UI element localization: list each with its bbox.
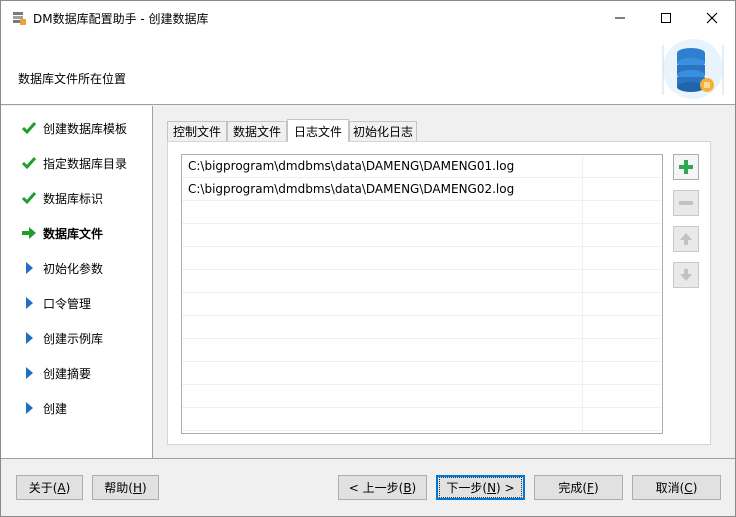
triangle-right-icon xyxy=(26,297,33,309)
tab-init-log[interactable]: 初始化日志 xyxy=(349,121,417,141)
table-row xyxy=(182,293,662,316)
close-icon xyxy=(706,12,718,24)
about-button[interactable]: 关于(A) xyxy=(16,475,83,500)
triangle-right-icon xyxy=(26,402,33,414)
cancel-button[interactable]: 取消(C) xyxy=(632,475,721,500)
next-label: 下一步( xyxy=(446,481,488,495)
minimize-button[interactable] xyxy=(597,1,643,35)
cancel-suffix: ) xyxy=(692,480,698,495)
log-file-panel: C:\bigprogram\dmdbms\data\DAMENG\DAMENG0… xyxy=(167,141,711,445)
table-row xyxy=(182,339,662,362)
remove-file-button[interactable] xyxy=(673,190,699,216)
table-row xyxy=(182,224,662,247)
wizard-header: 数据库文件所在位置 xyxy=(1,35,735,105)
dm-config-window: DM数据库配置助手 - 创建数据库 数据库文件所在位置 创建数据库模板 指定数据… xyxy=(0,0,736,517)
help-button[interactable]: 帮助(H) xyxy=(92,475,159,500)
title-bar[interactable]: DM数据库配置助手 - 创建数据库 xyxy=(1,1,735,35)
arrow-down-icon xyxy=(680,269,692,281)
bottom-divider xyxy=(1,458,735,459)
tab-control-file[interactable]: 控制文件 xyxy=(167,121,227,141)
step-database-files: 数据库文件 xyxy=(1,221,153,245)
table-row xyxy=(182,270,662,293)
step-label: 数据库文件 xyxy=(43,227,104,241)
next-focus-ring: 下一步(N) > xyxy=(439,477,522,498)
prev-button[interactable]: < 上一步(B) xyxy=(338,475,427,500)
maximize-button[interactable] xyxy=(643,1,689,35)
triangle-right-icon xyxy=(26,262,33,274)
step-label: 数据库标识 xyxy=(43,192,104,206)
table-row xyxy=(182,247,662,270)
about-label: 关于( xyxy=(28,481,58,495)
prev-suffix: ) xyxy=(411,480,417,495)
app-icon xyxy=(13,12,26,25)
step-create-template: 创建数据库模板 xyxy=(1,116,153,140)
finish-accel: F xyxy=(587,480,594,495)
tab-log-file[interactable]: 日志文件 xyxy=(287,119,349,142)
next-button[interactable]: 下一步(N) > xyxy=(436,475,525,500)
help-suffix: ) xyxy=(142,480,147,495)
close-button[interactable] xyxy=(689,1,735,35)
table-row xyxy=(182,362,662,385)
step-label: 口令管理 xyxy=(43,297,92,311)
triangle-right-icon xyxy=(26,367,33,379)
step-label: 指定数据库目录 xyxy=(43,157,128,171)
table-row[interactable]: C:\bigprogram\dmdbms\data\DAMENG\DAMENG0… xyxy=(182,178,662,201)
step-label: 初始化参数 xyxy=(43,262,104,276)
maximize-icon xyxy=(661,13,671,23)
finish-suffix: ) xyxy=(593,480,599,495)
finish-label: 完成( xyxy=(558,481,588,495)
step-password-management: 口令管理 xyxy=(1,291,153,315)
step-label: 创建摘要 xyxy=(43,367,92,381)
minimize-icon xyxy=(615,17,625,19)
step-create-summary: 创建摘要 xyxy=(1,361,153,385)
plus-icon xyxy=(679,160,693,174)
cancel-label: 取消( xyxy=(655,481,685,495)
page-subtitle: 数据库文件所在位置 xyxy=(18,72,127,86)
check-icon xyxy=(21,122,37,135)
table-row xyxy=(182,316,662,339)
step-create-sample: 创建示例库 xyxy=(1,326,153,350)
window-title: DM数据库配置助手 - 创建数据库 xyxy=(33,12,209,26)
add-file-button[interactable] xyxy=(673,154,699,180)
about-suffix: ) xyxy=(65,480,71,495)
finish-button[interactable]: 完成(F) xyxy=(534,475,623,500)
log-file-path[interactable]: C:\bigprogram\dmdbms\data\DAMENG\DAMENG0… xyxy=(188,182,514,196)
move-down-button[interactable] xyxy=(673,262,699,288)
table-row[interactable]: C:\bigprogram\dmdbms\data\DAMENG\DAMENG0… xyxy=(182,155,662,178)
triangle-right-icon xyxy=(26,332,33,344)
step-database-identity: 数据库标识 xyxy=(1,186,153,210)
tab-data-file[interactable]: 数据文件 xyxy=(227,121,287,141)
help-accel: H xyxy=(132,480,143,495)
arrow-up-icon xyxy=(680,233,692,245)
step-init-params: 初始化参数 xyxy=(1,256,153,280)
database-graphic-icon xyxy=(662,39,724,99)
table-row xyxy=(182,408,662,431)
log-file-path[interactable]: C:\bigprogram\dmdbms\data\DAMENG\DAMENG0… xyxy=(188,159,514,173)
arrow-right-icon xyxy=(22,227,36,239)
help-label: 帮助( xyxy=(104,481,133,495)
table-row xyxy=(182,201,662,224)
minus-icon xyxy=(679,201,693,205)
check-icon xyxy=(21,192,37,205)
move-up-button[interactable] xyxy=(673,226,699,252)
step-specify-directory: 指定数据库目录 xyxy=(1,151,153,175)
step-label: 创建 xyxy=(43,402,68,416)
prev-accel: B xyxy=(403,480,412,495)
cancel-accel: C xyxy=(684,480,693,495)
check-icon xyxy=(21,157,37,170)
step-create: 创建 xyxy=(1,396,153,420)
wizard-steps-sidebar: 创建数据库模板 指定数据库目录 数据库标识 数据库文件 初始化参数 口令管理 创… xyxy=(1,106,153,458)
step-label: 创建示例库 xyxy=(43,332,104,346)
next-accel: N xyxy=(487,481,497,495)
prev-label: < 上一步( xyxy=(348,481,404,495)
step-label: 创建数据库模板 xyxy=(43,122,128,136)
about-accel: A xyxy=(57,480,66,495)
table-row xyxy=(182,385,662,408)
next-suffix: ) > xyxy=(496,481,515,495)
log-file-list[interactable]: C:\bigprogram\dmdbms\data\DAMENG\DAMENG0… xyxy=(181,154,663,434)
